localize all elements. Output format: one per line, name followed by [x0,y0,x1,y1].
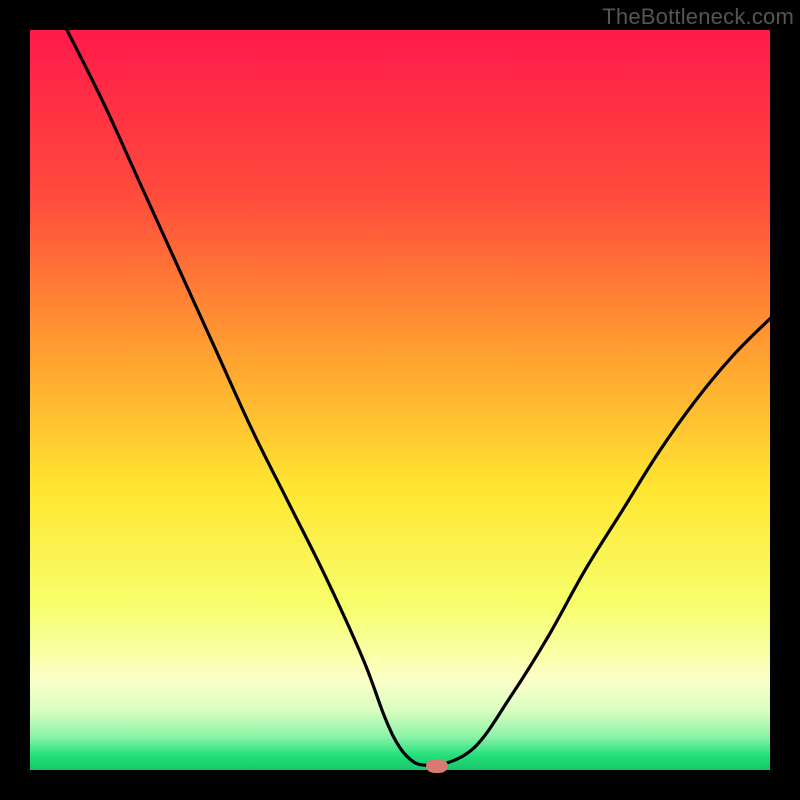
watermark-text: TheBottleneck.com [602,4,794,30]
plot-area [30,30,770,770]
chart-frame: TheBottleneck.com [0,0,800,800]
optimum-marker [426,759,448,773]
chart-svg [30,30,770,770]
background-gradient [30,30,770,770]
